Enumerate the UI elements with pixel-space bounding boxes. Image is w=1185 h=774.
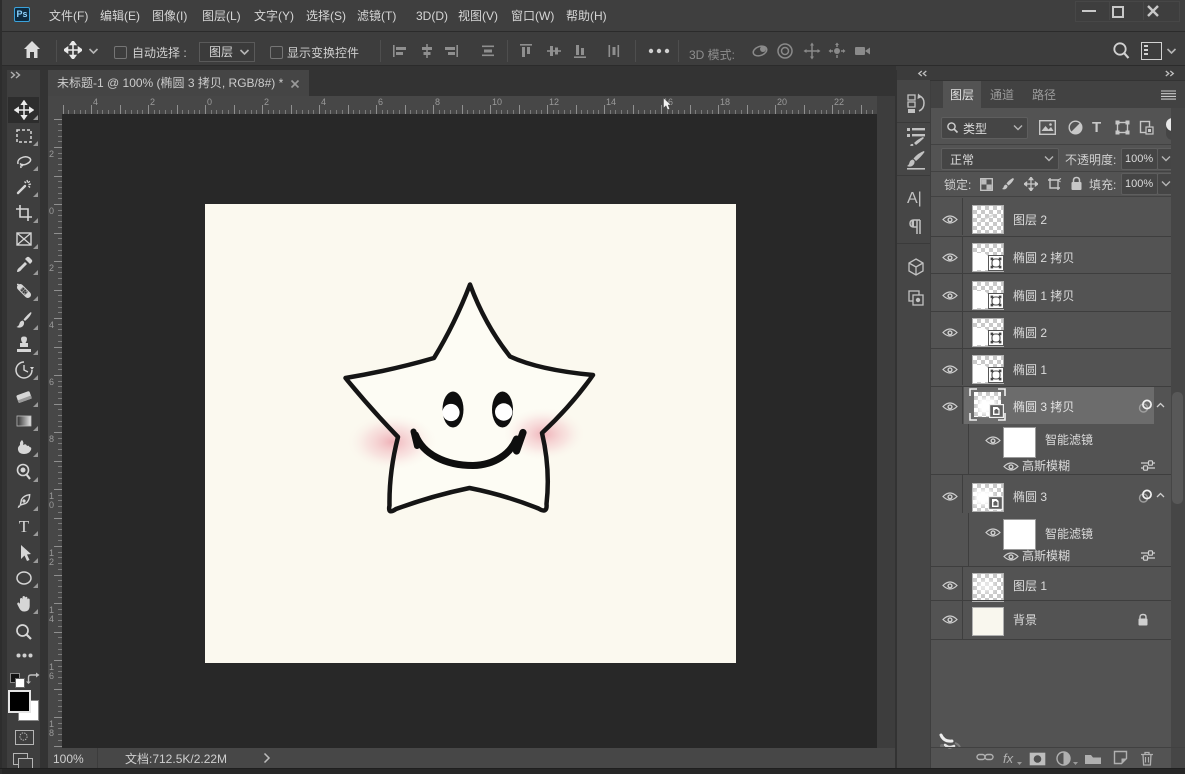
svg-text:T: T (19, 517, 30, 536)
